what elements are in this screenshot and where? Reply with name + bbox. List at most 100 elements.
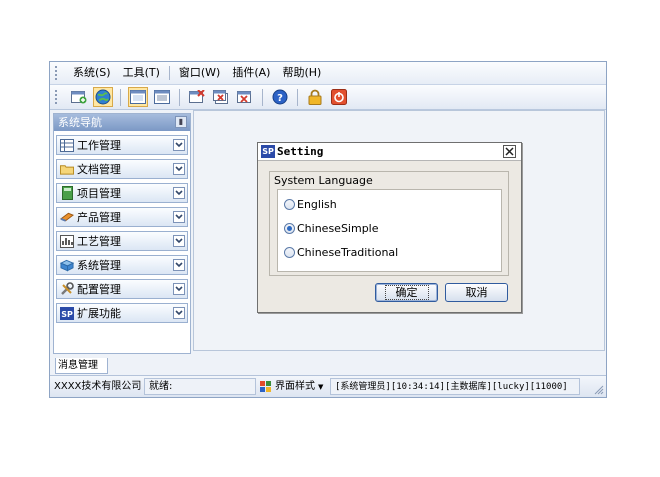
globe-button[interactable] [93, 87, 113, 107]
exit-button[interactable] [329, 87, 349, 107]
radio-button[interactable] [284, 199, 295, 210]
sidebar-item-label: 工艺管理 [77, 235, 121, 248]
menu-tools[interactable]: 工具(T) [117, 64, 166, 82]
tools-icon [60, 282, 74, 296]
palette-icon [260, 380, 271, 392]
system-icon [60, 259, 74, 272]
chevron-down-icon[interactable] [173, 235, 185, 247]
sidebar-item-projects[interactable]: 项目管理 [56, 183, 188, 203]
close-other-button[interactable] [235, 87, 255, 107]
theme-label: 界面样式 [275, 380, 315, 392]
menu-separator [168, 66, 170, 80]
sidebar-item-label: 产品管理 [77, 211, 121, 224]
radio-label: ChineseSimple [297, 222, 379, 235]
sidebar-item-config[interactable]: 配置管理 [56, 279, 188, 299]
status-company: XXXX技术有限公司 [54, 380, 142, 392]
sidebar-item-label: 扩展功能 [77, 307, 121, 320]
svg-text:?: ? [277, 93, 283, 104]
help-icon: ? [272, 89, 288, 105]
sidebar-item-extensions[interactable]: SP 扩展功能 [56, 303, 188, 323]
menu-grip[interactable] [55, 66, 59, 80]
process-icon [60, 234, 74, 248]
close-other-icon [237, 91, 251, 103]
product-icon [60, 211, 74, 224]
sidebar-item-label: 文档管理 [77, 163, 121, 176]
toolbar-separator [120, 88, 121, 106]
ok-label: 确定 [384, 285, 429, 300]
sidebar-item-documents[interactable]: 文档管理 [56, 159, 188, 179]
sp-logo-icon: SP [60, 306, 74, 320]
toolbar-grip[interactable] [55, 90, 59, 104]
radio-english[interactable]: English [284, 198, 337, 211]
navigation-title: 系统导航 [58, 116, 102, 129]
toolbar-separator [179, 88, 180, 106]
pin-button[interactable]: ▮ [175, 116, 187, 128]
window-button[interactable] [128, 87, 148, 107]
toolbar: ? [50, 85, 606, 110]
lock-icon [308, 89, 322, 105]
setting-dialog: SP Setting System Language English Chine… [257, 142, 522, 313]
window-icon [130, 90, 146, 104]
help-button[interactable]: ? [270, 87, 290, 107]
language-group-label: System Language [274, 174, 373, 187]
resize-grip-icon[interactable] [593, 384, 604, 395]
menu-plugins[interactable]: 插件(A) [226, 64, 276, 82]
radio-selected-dot [287, 226, 292, 231]
radio-button[interactable] [284, 247, 295, 258]
add-window-icon [71, 91, 87, 104]
radio-button[interactable] [284, 223, 295, 234]
status-bar: XXXX技术有限公司 就绪: 界面样式 ▼ [系统管理员][10:34:14][… [50, 375, 606, 397]
chevron-down-icon[interactable] [173, 307, 185, 319]
sidebar-item-label: 配置管理 [77, 283, 121, 296]
sidebar-item-label: 系统管理 [77, 259, 121, 272]
menu-window[interactable]: 窗口(W) [173, 64, 226, 82]
sidebar-item-label: 项目管理 [77, 187, 121, 200]
close-all-button[interactable] [211, 87, 231, 107]
add-window-button[interactable] [69, 87, 89, 107]
chevron-down-icon[interactable] [173, 187, 185, 199]
status-info: [系统管理员][10:34:14][主数据库][lucky][11000] [330, 378, 580, 395]
language-group: System Language English ChineseSimple Ch… [269, 171, 509, 276]
toolbar-separator [262, 88, 263, 106]
ok-button[interactable]: 确定 [375, 283, 438, 302]
svg-text:SP: SP [61, 310, 73, 319]
sidebar-item-products[interactable]: 产品管理 [56, 207, 188, 227]
chevron-down-icon[interactable] [173, 259, 185, 271]
window-list-icon [154, 90, 170, 104]
chevron-down-icon[interactable] [173, 163, 185, 175]
chevron-down-icon[interactable] [173, 139, 185, 151]
book-icon [60, 186, 74, 200]
globe-icon [95, 89, 111, 105]
window-list-button[interactable] [152, 87, 172, 107]
radio-chinese-traditional[interactable]: ChineseTraditional [284, 246, 398, 259]
caret-down-icon: ▼ [318, 382, 324, 391]
cancel-label: 取消 [465, 286, 488, 299]
radio-label: ChineseTraditional [297, 246, 399, 259]
menu-system[interactable]: 系统(S) [67, 64, 117, 82]
navigation-panel: 系统导航 ▮ 工作管理 文档管理 项目管理 产品管理 工艺管理 系统管理 配置管… [53, 113, 191, 354]
navigation-header: 系统导航 ▮ [54, 114, 190, 131]
sidebar-item-work[interactable]: 工作管理 [56, 135, 188, 155]
dialog-title: Setting [277, 145, 324, 158]
language-options: English ChineseSimple ChineseTraditional [277, 189, 502, 272]
dialog-title-bar[interactable]: SP Setting [258, 143, 521, 161]
radio-chinese-simple[interactable]: ChineseSimple [284, 222, 379, 235]
status-text: 就绪: [144, 378, 256, 395]
toolbar-separator [297, 88, 298, 106]
lock-button[interactable] [305, 87, 325, 107]
sidebar-item-label: 工作管理 [77, 139, 121, 152]
chevron-down-icon[interactable] [173, 211, 185, 223]
menu-help[interactable]: 帮助(H) [276, 64, 327, 82]
close-icon [505, 147, 514, 156]
pin-icon: ▮ [178, 117, 184, 126]
close-window-button[interactable] [187, 87, 207, 107]
close-window-icon [189, 90, 205, 103]
close-button[interactable] [503, 145, 516, 158]
tab-messages[interactable]: 消息管理 [55, 358, 108, 374]
cancel-button[interactable]: 取消 [445, 283, 508, 302]
chevron-down-icon[interactable] [173, 283, 185, 295]
theme-selector[interactable]: 界面样式 ▼ [256, 378, 330, 395]
sidebar-item-process[interactable]: 工艺管理 [56, 231, 188, 251]
sidebar-item-system[interactable]: 系统管理 [56, 255, 188, 275]
menu-bar: 系统(S) 工具(T) 窗口(W) 插件(A) 帮助(H) [50, 62, 606, 85]
